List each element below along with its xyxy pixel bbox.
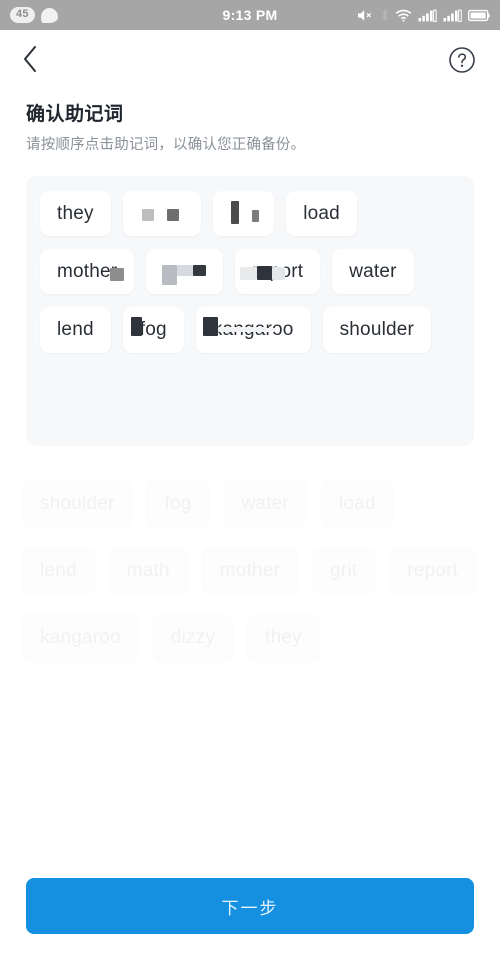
- wifi-icon: [395, 9, 412, 22]
- question-circle-icon: [448, 47, 476, 78]
- back-button[interactable]: [22, 44, 52, 78]
- selected-word-chip[interactable]: shoulder: [322, 307, 432, 353]
- redaction-block: [217, 327, 266, 332]
- selected-word-chip[interactable]: water: [332, 249, 414, 295]
- selected-word-chip[interactable]: grit: [213, 190, 275, 237]
- selected-word-chip[interactable]: they: [40, 190, 111, 237]
- bluetooth-icon: [380, 8, 389, 22]
- status-bar: 45 9:13 PM: [0, 0, 500, 30]
- selected-word-label: mother: [57, 261, 118, 283]
- selected-word-chip[interactable]: dizzy: [122, 190, 202, 237]
- redaction-block: [231, 200, 240, 225]
- mute-volume-icon: [357, 9, 374, 22]
- selected-word-chip[interactable]: kangaroo: [195, 307, 311, 353]
- bank-word-chip[interactable]: water: [223, 479, 307, 528]
- app-screen: 45 9:13 PM 确认助记词 请按顺序点击助记词，以确认您正确备份。 the…: [0, 0, 500, 953]
- redaction-block: [177, 264, 193, 277]
- redaction-block: [161, 264, 178, 286]
- selected-word-chip[interactable]: mother: [40, 249, 135, 295]
- redaction-block: [109, 268, 124, 281]
- redaction-block: [192, 264, 206, 277]
- bank-word-chip[interactable]: dizzy: [152, 614, 234, 662]
- selected-word-chip[interactable]: math: [146, 249, 224, 295]
- redaction-block: [265, 328, 275, 332]
- bank-word-chip[interactable]: mother: [201, 547, 299, 595]
- bank-word-chip[interactable]: math: [108, 547, 188, 595]
- selected-word-label: they: [57, 202, 94, 224]
- redaction-block: [131, 317, 142, 336]
- bank-word-chip[interactable]: report: [389, 547, 477, 595]
- selected-words-panel[interactable]: they dizzygrit load mother mathreport water le…: [26, 175, 474, 446]
- chevron-left-icon: [22, 45, 38, 78]
- signal-sim2-icon: [443, 9, 462, 22]
- selected-word-chip[interactable]: report: [235, 249, 321, 295]
- selected-word-label: shoulder: [339, 319, 415, 341]
- word-bank[interactable]: shoulder fog water load lend math mother grit re…: [22, 479, 478, 662]
- redaction-block: [271, 267, 286, 280]
- bank-word-chip[interactable]: they: [247, 614, 320, 662]
- help-button[interactable]: [448, 46, 478, 76]
- redaction-block: [202, 317, 218, 337]
- selected-word-chip[interactable]: fog: [122, 307, 184, 353]
- header-block: 确认助记词 请按顺序点击助记词，以确认您正确备份。: [0, 92, 500, 155]
- redaction-block: [252, 209, 259, 222]
- selected-word-label: water: [349, 261, 397, 283]
- nav-bar: [0, 30, 500, 92]
- page-subtitle: 请按顺序点击助记词，以确认您正确备份。: [26, 136, 306, 153]
- next-step-button[interactable]: 下一步: [26, 878, 474, 934]
- selected-word-chip[interactable]: lend: [40, 307, 111, 353]
- selected-word-label: fog: [139, 319, 167, 341]
- bank-word-chip[interactable]: shoulder: [22, 479, 133, 528]
- selected-word-label: lend: [57, 319, 94, 341]
- page-title: 确认助记词: [26, 104, 124, 125]
- redaction-block: [240, 267, 258, 280]
- bank-word-chip[interactable]: kangaroo: [22, 614, 139, 662]
- bank-word-chip[interactable]: grit: [312, 547, 376, 595]
- redaction-block: [166, 209, 180, 221]
- bank-word-chip[interactable]: load: [320, 479, 394, 528]
- redaction-block: [141, 209, 155, 221]
- footer-actions: 下一步: [0, 878, 500, 934]
- bank-word-chip[interactable]: fog: [146, 479, 210, 528]
- signal-sim1-icon: [418, 9, 437, 22]
- selected-word-label: load: [303, 202, 340, 224]
- status-bar-right: [357, 8, 490, 22]
- selected-word-chip[interactable]: load: [286, 190, 357, 237]
- redaction-block: [257, 266, 272, 280]
- battery-icon: [468, 9, 490, 22]
- bank-word-chip[interactable]: lend: [22, 547, 95, 595]
